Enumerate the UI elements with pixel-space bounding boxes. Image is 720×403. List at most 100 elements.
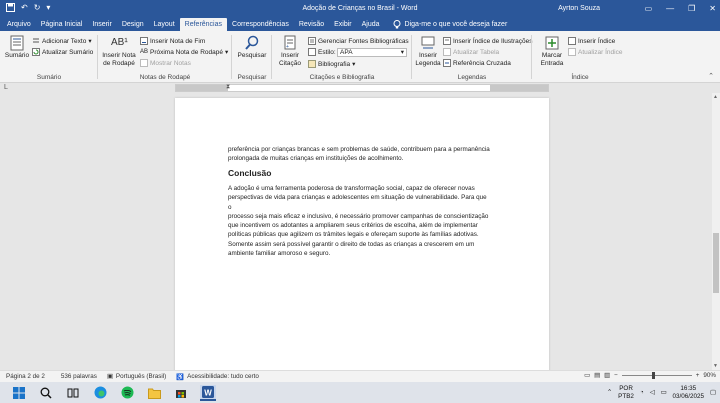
cross-reference-button[interactable]: Referência Cruzada bbox=[443, 59, 511, 67]
chevron-down-icon: ▾ bbox=[225, 49, 229, 56]
manage-sources-button[interactable]: Gerenciar Fontes Bibliográficas bbox=[308, 37, 409, 45]
vertical-scrollbar[interactable]: ▲ ▼ bbox=[712, 93, 720, 370]
next-footnote-button[interactable]: AB Próxima Nota de Rodapé ▾ bbox=[140, 48, 229, 57]
svg-text:W: W bbox=[204, 388, 212, 397]
tab-correspondencias[interactable]: Correspondências bbox=[227, 18, 294, 31]
show-notes-button[interactable]: Mostrar Notas bbox=[140, 59, 191, 67]
heading-conclusao[interactable]: Conclusão bbox=[228, 168, 271, 178]
word-app-icon[interactable]: W bbox=[200, 384, 216, 401]
caption-icon bbox=[421, 36, 435, 49]
zoom-slider-knob[interactable] bbox=[651, 372, 655, 379]
tab-pagina-inicial[interactable]: Página Inicial bbox=[36, 18, 88, 31]
notification-icon[interactable]: ▢ bbox=[710, 389, 716, 396]
tell-me-search[interactable]: Diga-me o que você deseja fazer bbox=[393, 18, 507, 31]
wifi-icon[interactable]: ◔ bbox=[640, 389, 644, 396]
accessibility-icon[interactable]: ♿ bbox=[176, 373, 184, 381]
user-name[interactable]: Ayrton Souza bbox=[558, 5, 600, 12]
insert-figures-index-button[interactable]: Inserir Índice de Ilustrações bbox=[443, 37, 532, 45]
scroll-thumb[interactable] bbox=[713, 233, 719, 293]
close-icon[interactable]: ✕ bbox=[709, 4, 716, 13]
tab-revisao[interactable]: Revisão bbox=[294, 18, 329, 31]
windows-start-icon[interactable] bbox=[11, 385, 27, 401]
tab-exibir[interactable]: Exibir bbox=[329, 18, 357, 31]
style-select[interactable]: APA ▾ bbox=[337, 48, 407, 57]
page-count[interactable]: Página 2 de 2 bbox=[6, 373, 45, 380]
group-notas: AB¹ Inserir Nota de Rodapé Inserir Nota … bbox=[98, 33, 232, 81]
insert-endnote-label: Inserir Nota de Fim bbox=[150, 37, 206, 45]
document-canvas[interactable]: preferência por crianças brancas e sem p… bbox=[0, 93, 712, 370]
zoom-out-icon[interactable]: − bbox=[614, 372, 618, 379]
clock[interactable]: 16:35 03/06/2025 bbox=[673, 385, 705, 401]
battery-icon[interactable]: ▭ bbox=[661, 389, 667, 396]
minimize-icon[interactable]: — bbox=[666, 4, 674, 13]
edge-browser-icon[interactable] bbox=[92, 385, 108, 401]
citation-icon: + bbox=[284, 35, 296, 50]
search-button[interactable]: Pesquisar bbox=[236, 35, 268, 60]
web-layout-icon[interactable]: ▥ bbox=[604, 372, 610, 379]
tab-inserir[interactable]: Inserir bbox=[87, 18, 116, 31]
zoom-in-icon[interactable]: + bbox=[696, 372, 700, 379]
group-pesquisar: Pesquisar Pesquisar bbox=[232, 33, 272, 81]
update-toc-button[interactable]: Atualizar Sumário bbox=[32, 48, 93, 56]
tab-design[interactable]: Design bbox=[117, 18, 149, 31]
accessibility-status[interactable]: Acessibilidade: tudo certo bbox=[187, 373, 259, 380]
search-icon[interactable] bbox=[38, 385, 54, 401]
zoom-level[interactable]: 90% bbox=[703, 372, 716, 379]
maximize-icon[interactable]: ❐ bbox=[688, 4, 695, 13]
spotify-icon[interactable] bbox=[119, 385, 135, 401]
tab-ajuda[interactable]: Ajuda bbox=[357, 18, 385, 31]
tab-arquivo[interactable]: Arquivo bbox=[2, 18, 36, 31]
update-index-button[interactable]: Atualizar Índice bbox=[568, 48, 622, 56]
tab-referencias[interactable]: Referências bbox=[179, 18, 228, 31]
horizontal-ruler[interactable]: ⧗ bbox=[175, 84, 549, 92]
cross-reference-label: Referência Cruzada bbox=[453, 59, 511, 67]
proofing-icon[interactable]: ▣ bbox=[107, 373, 113, 380]
sumario-button[interactable]: Sumário bbox=[3, 35, 31, 60]
add-text-button[interactable]: Adicionar Texto ▾ bbox=[32, 37, 92, 45]
group-label-pesquisar: Pesquisar bbox=[237, 74, 267, 81]
lightbulb-icon bbox=[393, 20, 401, 29]
insert-caption-button[interactable]: Inserir Legenda bbox=[414, 35, 442, 68]
mark-entry-button[interactable]: Marcar Entrada bbox=[536, 35, 568, 68]
insert-figures-index-label: Inserir Índice de Ilustrações bbox=[453, 37, 533, 45]
search-label: Pesquisar bbox=[237, 52, 267, 59]
insert-endnote-button[interactable]: Inserir Nota de Fim bbox=[140, 37, 205, 45]
window-title: Adoção de Crianças no Brasil - Word bbox=[302, 4, 418, 12]
update-table-label: Atualizar Tabela bbox=[453, 48, 500, 56]
group-sumario: Sumário Adicionar Texto ▾ Atualizar Sumár… bbox=[0, 33, 98, 81]
word-count[interactable]: 536 palavras bbox=[61, 373, 97, 380]
scroll-up-icon[interactable]: ▲ bbox=[713, 94, 718, 100]
ruler-right-margin bbox=[490, 85, 548, 91]
insert-index-button[interactable]: Inserir Índice bbox=[568, 37, 615, 45]
print-layout-icon[interactable]: ▤ bbox=[594, 372, 600, 379]
zoom-slider[interactable] bbox=[621, 372, 692, 379]
bibliography-button[interactable]: Bibliografia ▾ bbox=[308, 60, 355, 68]
chevron-up-icon[interactable]: ⌃ bbox=[607, 389, 612, 396]
bibliography-label: Bibliografia bbox=[318, 60, 351, 68]
scroll-down-icon[interactable]: ▼ bbox=[713, 363, 718, 369]
language-status[interactable]: Português (Brasil) bbox=[116, 373, 166, 380]
windows-store-icon[interactable] bbox=[173, 385, 189, 401]
tab-layout[interactable]: Layout bbox=[149, 18, 180, 31]
paragraph-1[interactable]: preferência por crianças brancas e sem p… bbox=[228, 145, 490, 164]
file-explorer-icon[interactable] bbox=[146, 385, 162, 401]
indent-marker-icon[interactable]: ⧗ bbox=[226, 84, 230, 91]
ribbon-display-icon[interactable]: ▭ bbox=[645, 4, 653, 13]
collapse-ribbon-icon[interactable]: ⌃ bbox=[708, 72, 714, 80]
search-icon bbox=[245, 35, 259, 50]
task-view-icon[interactable] bbox=[65, 385, 81, 401]
tab-selector-icon[interactable]: L bbox=[4, 84, 8, 91]
input-language[interactable]: POR PTB2 bbox=[618, 385, 634, 401]
group-label-indice: Índice bbox=[571, 74, 589, 81]
update-table-button[interactable]: Atualizar Tabela bbox=[443, 48, 499, 56]
insert-citation-button[interactable]: + Inserir Citação bbox=[275, 35, 305, 68]
clock-date: 03/06/2025 bbox=[672, 392, 705, 400]
document-page[interactable]: preferência por crianças brancas e sem p… bbox=[175, 98, 549, 370]
conclusao-line-2: perspectivas de vida para crianças e ado… bbox=[228, 194, 487, 211]
insert-footnote-button[interactable]: AB¹ Inserir Nota de Rodapé bbox=[100, 35, 138, 68]
paragraph-1-line-2: prolongada de muitas crianças em institu… bbox=[228, 155, 404, 163]
volume-icon[interactable]: ◁ bbox=[650, 389, 655, 396]
focus-icon[interactable]: ▭ bbox=[584, 372, 590, 379]
paragraph-conclusao[interactable]: A adoção é uma ferramenta poderosa de tr… bbox=[228, 184, 490, 258]
manage-sources-label: Gerenciar Fontes Bibliográficas bbox=[318, 37, 409, 45]
